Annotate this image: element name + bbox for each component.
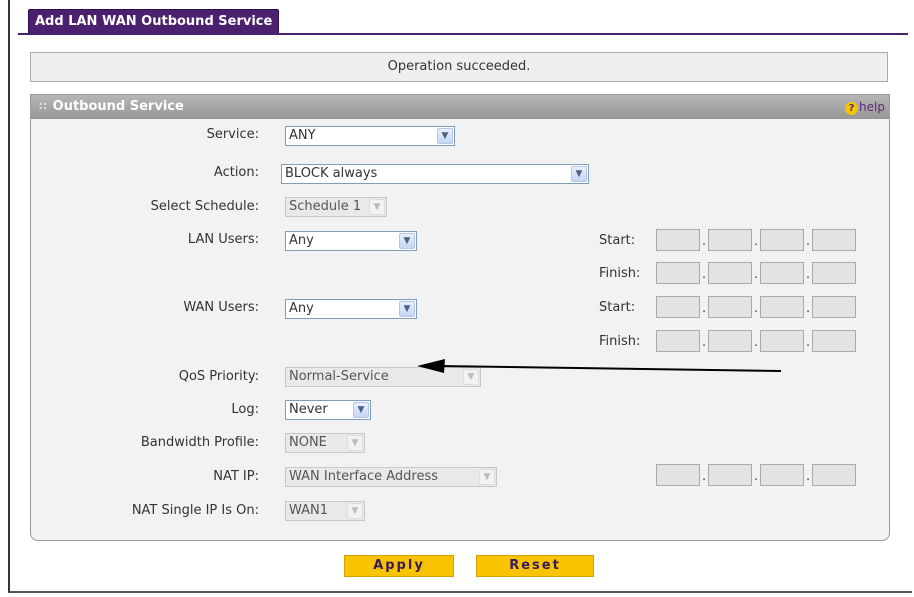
lan-finish-ip-octet-4[interactable]: [812, 262, 856, 284]
wan-users-label: WAN Users:: [183, 300, 259, 315]
ip-dot: .: [806, 469, 810, 483]
apply-button[interactable]: Apply: [344, 555, 454, 577]
qos-label: QoS Priority:: [178, 369, 259, 384]
bandwidth-profile-label: Bandwidth Profile:: [140, 435, 259, 450]
ip-dot: .: [702, 301, 706, 315]
wan-finish-ip-octet-3[interactable]: [760, 330, 804, 352]
ip-dot: .: [702, 234, 706, 248]
wan-start-ip-octet-3[interactable]: [760, 296, 804, 318]
ip-dot: .: [702, 335, 706, 349]
schedule-value: Schedule 1: [289, 199, 362, 214]
ip-dot: .: [806, 335, 810, 349]
action-value: BLOCK always: [285, 166, 378, 181]
chevron-down-icon: ▼: [369, 199, 385, 215]
ip-dot: .: [806, 234, 810, 248]
lan-finish-ip-octet-2[interactable]: [708, 262, 752, 284]
ip-dot: .: [754, 335, 758, 349]
nat-single-ip-select[interactable]: WAN1 ▼: [285, 501, 365, 521]
ip-dot: .: [754, 469, 758, 483]
ip-dot: .: [806, 301, 810, 315]
lan-finish-label: Finish:: [599, 266, 641, 281]
schedule-label: Select Schedule:: [150, 199, 259, 214]
nat-ip-octet-2[interactable]: [708, 464, 752, 486]
chevron-down-icon: ▼: [353, 402, 369, 418]
service-select[interactable]: ANY ▼: [285, 126, 455, 146]
wan-finish-label: Finish:: [599, 334, 641, 349]
help-label: help: [859, 100, 885, 114]
nat-single-ip-value: WAN1: [289, 503, 329, 518]
log-label: Log:: [231, 402, 259, 417]
service-value: ANY: [289, 128, 316, 143]
ip-dot: .: [702, 267, 706, 281]
chevron-down-icon: ▼: [571, 166, 587, 182]
wan-finish-ip-octet-4[interactable]: [812, 330, 856, 352]
panel-title: Outbound Service: [52, 99, 184, 114]
nat-ip-octet-1[interactable]: [656, 464, 700, 486]
outbound-service-panel: ∷ Outbound Service ? help Service: ANY ▼ A…: [30, 94, 890, 541]
tab-underline: [18, 33, 908, 35]
grip-icon: ∷: [39, 100, 47, 113]
nat-ip-value: WAN Interface Address: [289, 469, 438, 484]
wan-finish-ip-octet-2[interactable]: [708, 330, 752, 352]
nat-ip-octet-4[interactable]: [812, 464, 856, 486]
log-select[interactable]: Never ▼: [285, 400, 371, 420]
lan-users-select[interactable]: Any ▼: [285, 231, 417, 251]
wan-start-ip-octet-1[interactable]: [656, 296, 700, 318]
bandwidth-profile-select[interactable]: NONE ▼: [285, 433, 365, 453]
ip-dot: .: [754, 234, 758, 248]
wan-start-ip-octet-2[interactable]: [708, 296, 752, 318]
lan-finish-ip-octet-1[interactable]: [656, 262, 700, 284]
reset-button[interactable]: Reset: [476, 555, 594, 577]
action-select[interactable]: BLOCK always ▼: [281, 164, 589, 184]
lan-start-ip-octet-1[interactable]: [656, 229, 700, 251]
status-message: Operation succeeded.: [30, 52, 888, 82]
lan-users-label: LAN Users:: [187, 232, 259, 247]
help-icon: ?: [845, 102, 859, 115]
qos-value: Normal-Service: [289, 369, 389, 384]
lan-start-ip-octet-2[interactable]: [708, 229, 752, 251]
lan-users-value: Any: [289, 233, 314, 248]
nat-ip-octet-3[interactable]: [760, 464, 804, 486]
ip-dot: .: [754, 301, 758, 315]
help-link[interactable]: ? help: [845, 95, 885, 119]
action-label: Action:: [213, 165, 259, 180]
chevron-down-icon: ▼: [399, 301, 415, 317]
chevron-down-icon: ▼: [347, 503, 363, 519]
ip-dot: .: [754, 267, 758, 281]
wan-users-value: Any: [289, 301, 314, 316]
ip-dot: .: [806, 267, 810, 281]
chevron-down-icon: ▼: [347, 435, 363, 451]
wan-users-select[interactable]: Any ▼: [285, 299, 417, 319]
chevron-down-icon: ▼: [399, 233, 415, 249]
lan-start-label: Start:: [599, 233, 636, 248]
page-tab-title[interactable]: Add LAN WAN Outbound Service: [28, 9, 280, 34]
panel-header: ∷ Outbound Service ? help: [31, 95, 889, 119]
nat-ip-select[interactable]: WAN Interface Address ▼: [285, 467, 497, 487]
lan-start-ip-octet-3[interactable]: [760, 229, 804, 251]
chevron-down-icon: ▼: [437, 128, 453, 144]
chevron-down-icon: ▼: [479, 469, 495, 485]
bandwidth-profile-value: NONE: [289, 435, 327, 450]
lan-finish-ip-octet-3[interactable]: [760, 262, 804, 284]
nat-ip-label: NAT IP:: [213, 469, 259, 484]
wan-start-ip-octet-4[interactable]: [812, 296, 856, 318]
wan-start-label: Start:: [599, 300, 636, 315]
log-value: Never: [289, 402, 328, 417]
wan-finish-ip-octet-1[interactable]: [656, 330, 700, 352]
lan-start-ip-octet-4[interactable]: [812, 229, 856, 251]
annotation-arrow: [417, 359, 782, 373]
nat-single-ip-label: NAT Single IP Is On:: [131, 503, 259, 518]
service-label: Service:: [206, 127, 259, 142]
schedule-select[interactable]: Schedule 1 ▼: [285, 197, 387, 217]
ip-dot: .: [702, 469, 706, 483]
